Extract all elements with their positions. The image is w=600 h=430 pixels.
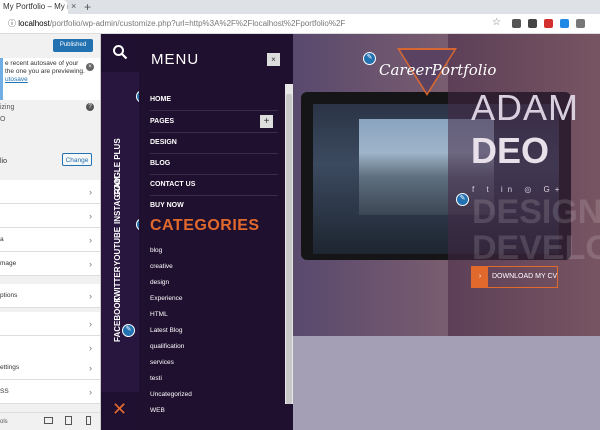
url-host: localhost	[18, 19, 50, 28]
hero-first-name: ADAM	[471, 87, 580, 128]
url-field[interactable]: ⓘ localhost/portfolio/wp-admin/customize…	[8, 18, 345, 29]
browser-tab-bar: My Portfolio – My Po × +	[0, 0, 600, 14]
notice-line: e recent autosave of your	[5, 60, 79, 67]
customizer-section[interactable]: ›	[0, 312, 100, 336]
change-theme-button[interactable]: Change	[62, 153, 92, 166]
publish-button[interactable]: Published	[53, 39, 93, 52]
chevron-right-icon: ›	[89, 235, 92, 245]
tab-close-icon[interactable]: ×	[71, 1, 76, 11]
mobile-preview-icon[interactable]	[86, 416, 91, 425]
chevron-right-icon: ›	[89, 291, 92, 301]
desktop-preview-icon[interactable]	[44, 417, 53, 424]
section-label: ettings	[0, 364, 20, 371]
edit-shortcut-icon[interactable]: ✎	[122, 324, 135, 337]
close-menu-button[interactable]: ✕	[101, 392, 139, 430]
menu-item-buy-now[interactable]: BUY NOW	[150, 195, 278, 216]
extension-icon[interactable]	[544, 19, 553, 28]
site-logo[interactable]: CareerPortfolio	[379, 61, 496, 79]
ghost-line: DESIGNER	[472, 193, 600, 231]
ghost-line: DEVELOPER	[472, 229, 600, 267]
menu-item-pages[interactable]: PAGES	[150, 111, 278, 133]
category-link[interactable]: WEB	[150, 407, 165, 414]
search-button[interactable]	[101, 34, 139, 72]
chevron-right-icon: ›	[89, 319, 92, 329]
hero-ghost-text: DESIGNER DEVELOPER	[472, 194, 600, 266]
category-link[interactable]: Experience	[150, 295, 183, 302]
autosave-notice: e recent autosave of your the one you ar…	[0, 58, 100, 100]
footer-label: ols	[0, 419, 8, 425]
dismiss-notice-icon[interactable]: ×	[86, 63, 94, 71]
menu-item-home[interactable]: HOME	[150, 89, 278, 111]
section-label: a	[0, 236, 4, 243]
help-icon[interactable]: ?	[86, 103, 94, 111]
chevron-right-icon: ›	[89, 259, 92, 269]
social-link-instagram[interactable]: INSTAGRAM	[113, 176, 127, 224]
category-link[interactable]: design	[150, 279, 169, 286]
category-link[interactable]: services	[150, 359, 174, 366]
category-link[interactable]: Latest Blog	[150, 327, 183, 334]
download-cv-label: DOWNLOAD MY CV	[492, 273, 558, 280]
customizer-footer: ols	[0, 412, 100, 430]
customizer-section[interactable]: a ›	[0, 228, 100, 252]
lower-section	[293, 336, 600, 430]
social-sidebar: GOOGLE PLUS INSTAGRAM YOUTUBE TWITTER FA…	[101, 34, 149, 430]
category-link[interactable]: creative	[150, 263, 173, 270]
customizer-section[interactable]: ptions ›	[0, 284, 100, 308]
customizer-section[interactable]: ettings ›	[0, 356, 100, 380]
category-link[interactable]: Uncategorized	[150, 391, 192, 398]
edit-shortcut-icon[interactable]: ✎	[363, 52, 376, 65]
search-icon	[113, 45, 128, 60]
active-theme-name: lio	[0, 158, 8, 165]
categories-heading: CATEGORIES	[150, 217, 260, 234]
category-link[interactable]: HTML	[150, 311, 168, 318]
menu-item-blog[interactable]: BLOG	[150, 153, 278, 175]
extension-icon[interactable]	[576, 19, 585, 28]
customizer-section[interactable]: ›	[0, 180, 100, 204]
menu-title: MENU	[151, 51, 200, 68]
expand-submenu-button[interactable]: +	[260, 115, 273, 128]
info-icon: ⓘ	[8, 19, 19, 28]
autosave-link[interactable]: utosave	[5, 76, 98, 84]
close-icon: ✕	[112, 399, 128, 419]
menu-panel: MENU × HOME PAGES + DESIGN BLOG CONTACT …	[139, 34, 293, 430]
extension-icon[interactable]	[560, 19, 569, 28]
address-bar: ⓘ localhost/portfolio/wp-admin/customize…	[0, 14, 600, 34]
category-link[interactable]: testi	[150, 375, 162, 382]
menu-scrollbar-thumb[interactable]	[286, 94, 292, 404]
new-tab-button[interactable]: +	[84, 0, 91, 14]
chevron-right-icon: ›	[89, 211, 92, 221]
section-label: SS	[0, 388, 9, 395]
category-link[interactable]: blog	[150, 247, 162, 254]
site-preview: CareerPortfolio ✎ ADAM DEO f t in ◎ G+ ✎…	[101, 34, 600, 430]
chevron-right-icon: ›	[89, 363, 92, 373]
menu-item-contact-us[interactable]: CONTACT US	[150, 174, 278, 196]
notice-line: the one you are previewing.	[5, 68, 85, 75]
section-label: mage	[0, 260, 17, 267]
social-link-youtube[interactable]: YOUTUBE	[113, 227, 127, 266]
menu-item-design[interactable]: DESIGN	[150, 132, 278, 154]
extension-icon[interactable]	[512, 19, 521, 28]
download-cv-button[interactable]: › DOWNLOAD MY CV	[471, 266, 558, 288]
browser-tab[interactable]: My Portfolio – My Po	[0, 0, 68, 14]
edit-shortcut-icon[interactable]: ✎	[456, 193, 469, 206]
customizing-label: izing	[0, 104, 15, 111]
category-link[interactable]: qualification	[150, 343, 184, 350]
customizer-section[interactable]: ›	[0, 204, 100, 228]
hero-last-name: DEO	[471, 130, 550, 171]
tablet-preview-icon[interactable]	[65, 416, 72, 425]
extension-icon[interactable]	[528, 19, 537, 28]
customizer-section[interactable]: mage ›	[0, 252, 100, 276]
site-title-label: O	[0, 116, 6, 123]
chevron-right-icon: ›	[89, 187, 92, 197]
url-path: /portfolio/wp-admin/customize.php?url=ht…	[49, 19, 346, 28]
customizer-panel: Published e recent autosave of your the …	[0, 34, 101, 430]
arrow-right-icon: ›	[472, 267, 488, 287]
bookmark-star-icon[interactable]: ☆	[492, 17, 501, 28]
menu-close-button[interactable]: ×	[267, 53, 280, 66]
section-label: ptions	[0, 292, 18, 299]
chevron-right-icon: ›	[89, 387, 92, 397]
customizer-section[interactable]: SS ›	[0, 380, 100, 404]
